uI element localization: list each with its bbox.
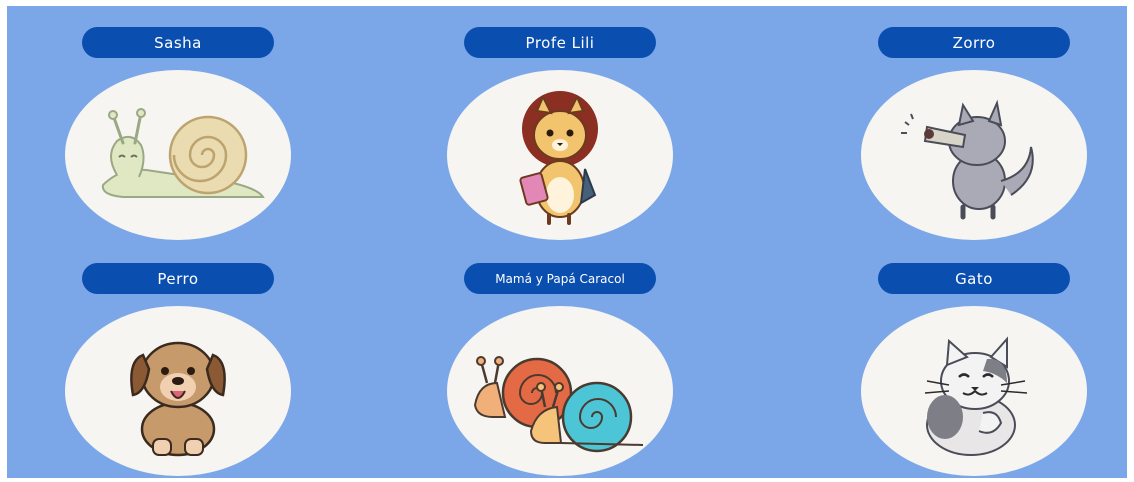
character-card-mama-papa-caracol[interactable]: Mamá y Papá Caracol <box>447 250 677 476</box>
character-label-zorro: Zorro <box>878 27 1070 58</box>
character-portrait-perro[interactable] <box>65 306 291 476</box>
character-portrait-sasha[interactable] <box>65 70 291 240</box>
cat-icon <box>924 336 1028 456</box>
lion-icon <box>519 91 598 225</box>
dog-icon <box>130 341 226 457</box>
character-label-sasha: Sasha <box>82 27 274 58</box>
character-label-profe-lili: Profe Lili <box>464 27 656 58</box>
character-label-perro: Perro <box>82 263 274 294</box>
character-card-gato[interactable]: Gato <box>861 250 1091 476</box>
character-portrait-zorro[interactable] <box>861 70 1087 240</box>
character-portrait-mama-papa-caracol[interactable] <box>447 306 673 476</box>
snail-couple-icon <box>473 356 644 453</box>
character-card-perro[interactable]: Perro <box>65 250 295 476</box>
character-label-gato: Gato <box>878 263 1070 294</box>
character-card-sasha[interactable]: Sasha <box>65 14 295 240</box>
character-label-mama-papa-caracol: Mamá y Papá Caracol <box>464 263 656 294</box>
character-card-profe-lili[interactable]: Profe Lili <box>447 14 677 240</box>
character-card-zorro[interactable]: Zorro <box>861 14 1091 240</box>
character-portrait-profe-lili[interactable] <box>447 70 673 240</box>
wolf-icon <box>901 99 1034 220</box>
snail-icon <box>101 108 265 198</box>
character-gallery: Sasha Profe Lili Zorro Perro Mamá y Papá… <box>7 6 1127 478</box>
character-portrait-gato[interactable] <box>861 306 1087 476</box>
